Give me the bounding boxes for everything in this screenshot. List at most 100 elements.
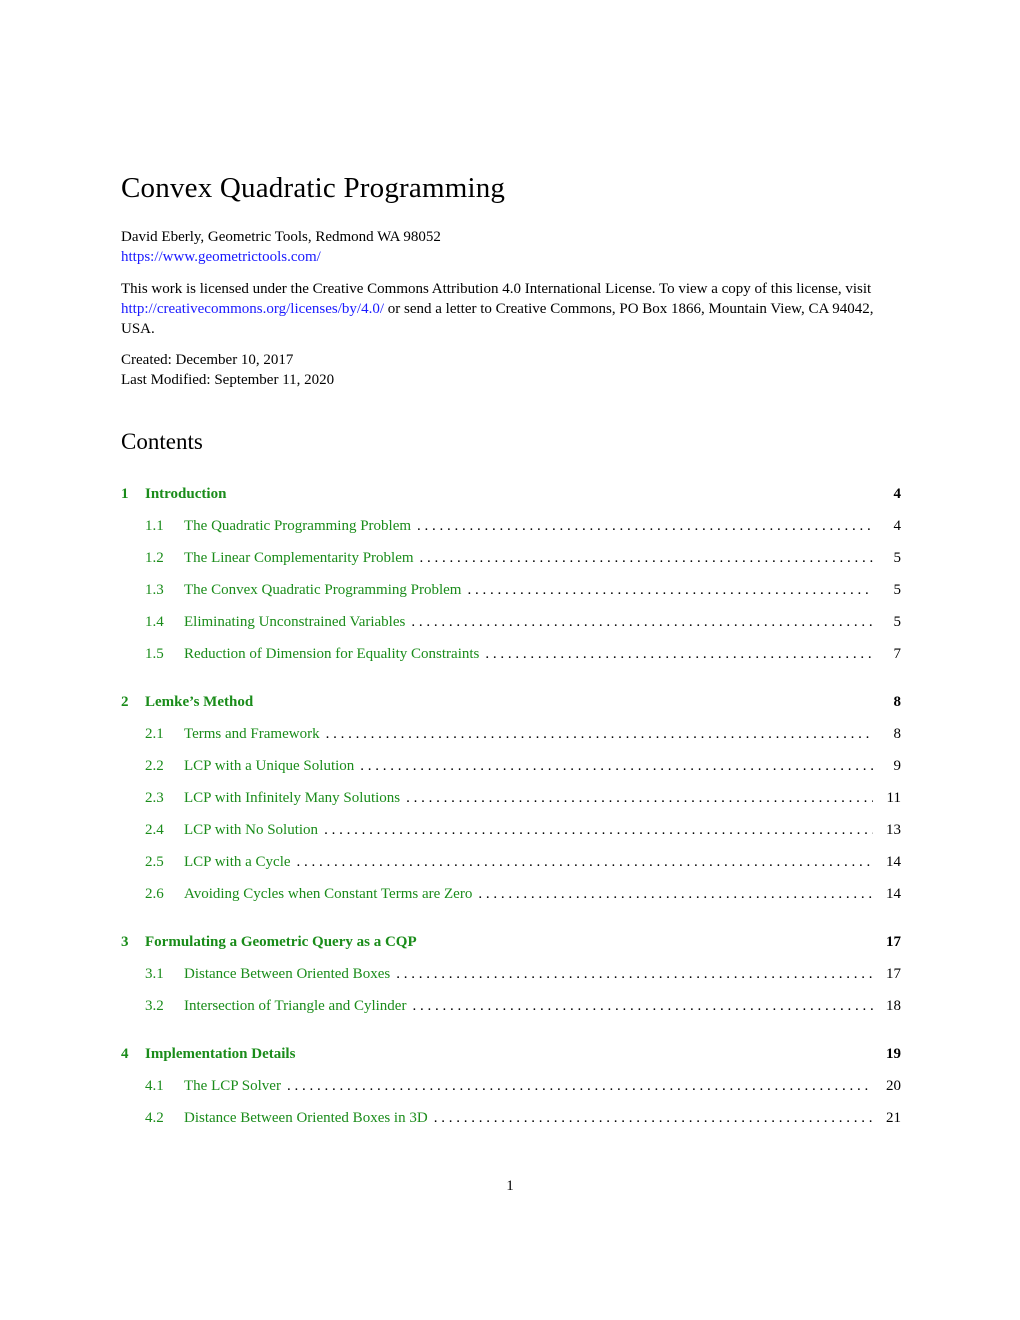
toc-dot-leader [287, 1078, 873, 1095]
toc-dot-leader [417, 518, 873, 535]
toc-entry-page-number[interactable]: 8 [879, 694, 902, 711]
toc-entry-page-number[interactable]: 14 [879, 886, 901, 903]
toc-entry-label[interactable]: LCP with No Solution [184, 822, 318, 839]
toc-subsection-entry[interactable]: 2.1 Terms and Framework 8 [121, 726, 901, 746]
toc-entry-page-number[interactable]: 11 [879, 790, 901, 807]
toc-entry-number: 1 [121, 486, 129, 502]
toc-dot-leader [406, 790, 873, 807]
toc-entry-label[interactable]: LCP with Infinitely Many Solutions [184, 790, 400, 807]
toc-dot-leader [420, 550, 873, 567]
toc-entry-page-number[interactable]: 17 [879, 966, 901, 983]
toc-entry-label[interactable]: Terms and Framework [184, 726, 320, 743]
license-link[interactable]: http://creativecommons.org/licenses/by/4… [121, 301, 384, 317]
toc-entry-label[interactable]: The Linear Complementarity Problem [184, 550, 414, 567]
toc-subsection-entry[interactable]: 3.1 Distance Between Oriented Boxes 17 [121, 966, 901, 986]
toc-entry-number: 2 [121, 694, 129, 710]
toc-entry-number: 1.1 [145, 518, 164, 534]
toc-entry-label[interactable]: Distance Between Oriented Boxes [184, 966, 390, 983]
toc-entry-label[interactable]: The Quadratic Programming Problem [184, 518, 411, 535]
toc-entry-number: 3.1 [145, 966, 164, 982]
toc-dot-leader [412, 998, 873, 1015]
toc-entry-page-number[interactable]: 14 [879, 854, 901, 871]
toc-entry-page-number[interactable]: 4 [879, 518, 902, 535]
author-url-link[interactable]: https://www.geometrictools.com/ [121, 247, 321, 267]
license-text-before: This work is licensed under the Creative… [121, 281, 872, 297]
toc-entry-page-number[interactable]: 5 [879, 550, 902, 567]
toc-entry-number: 1.5 [145, 646, 164, 662]
toc-entry-label[interactable]: Intersection of Triangle and Cylinder [184, 998, 406, 1015]
toc-section-entry[interactable]: 2 Lemke’s Method 8 [121, 694, 901, 714]
toc-entry-label[interactable]: Lemke’s Method [145, 694, 253, 711]
toc-entry-number: 1.4 [145, 614, 164, 630]
toc-dot-leader [360, 758, 873, 775]
license-paragraph: This work is licensed under the Creative… [121, 279, 901, 339]
toc-entry-label[interactable]: Formulating a Geometric Query as a CQP [145, 934, 417, 951]
toc-subsection-entry[interactable]: 2.4 LCP with No Solution 13 [121, 822, 901, 842]
toc-entry-label[interactable]: LCP with a Cycle [184, 854, 291, 871]
toc-subsection-entry[interactable]: 1.2 The Linear Complementarity Problem 5 [121, 550, 901, 570]
toc-entry-label[interactable]: Distance Between Oriented Boxes in 3D [184, 1110, 428, 1127]
toc-entry-number: 1.2 [145, 550, 164, 566]
toc-section-entry[interactable]: 3 Formulating a Geometric Query as a CQP 1… [121, 934, 901, 954]
toc-entry-number: 4.1 [145, 1078, 164, 1094]
toc-entry-number: 2.5 [145, 854, 164, 870]
toc-subsection-entry[interactable]: 3.2 Intersection of Triangle and Cylinder… [121, 998, 901, 1018]
toc-entry-page-number[interactable]: 5 [879, 582, 902, 599]
toc-entry-page-number[interactable]: 8 [879, 726, 902, 743]
toc-entry-label[interactable]: The Convex Quadratic Programming Problem [184, 582, 461, 599]
toc-dot-leader [324, 822, 873, 839]
toc-entry-number: 1.3 [145, 582, 164, 598]
toc-dot-leader [396, 966, 873, 983]
toc-entry-label[interactable]: Eliminating Unconstrained Variables [184, 614, 405, 631]
toc-subsection-entry[interactable]: 2.3 LCP with Infinitely Many Solutions 11 [121, 790, 901, 810]
toc-dot-leader [434, 1110, 873, 1127]
toc-dot-leader [467, 582, 873, 599]
toc-entry-label[interactable]: Reduction of Dimension for Equality Cons… [184, 646, 479, 663]
document-title: Convex Quadratic Programming [121, 172, 506, 204]
toc-dot-leader [485, 646, 873, 663]
toc-entry-page-number[interactable]: 9 [879, 758, 902, 775]
toc-entry-page-number[interactable]: 5 [879, 614, 902, 631]
toc-entry-number: 2.2 [145, 758, 164, 774]
toc-dot-leader [411, 614, 873, 631]
toc-subsection-entry[interactable]: 1.1 The Quadratic Programming Problem 4 [121, 518, 901, 538]
toc-dot-leader [326, 726, 873, 743]
toc-entry-label[interactable]: Implementation Details [145, 1046, 295, 1063]
toc-entry-page-number[interactable]: 19 [879, 1046, 901, 1063]
toc-entry-page-number[interactable]: 18 [879, 998, 901, 1015]
toc-entry-number: 2.4 [145, 822, 164, 838]
created-date: Created: December 10, 2017 [121, 352, 294, 368]
toc-dot-leader [297, 854, 873, 871]
toc-entry-number: 2.3 [145, 790, 164, 806]
toc-subsection-entry[interactable]: 1.4 Eliminating Unconstrained Variables 5 [121, 614, 901, 634]
last-modified-date: Last Modified: September 11, 2020 [121, 372, 335, 388]
toc-subsection-entry[interactable]: 2.6 Avoiding Cycles when Constant Terms a… [121, 886, 901, 906]
toc-entry-page-number[interactable]: 4 [879, 486, 902, 503]
toc-entry-label[interactable]: Introduction [145, 486, 226, 503]
toc-entry-number: 4 [121, 1046, 129, 1062]
toc-subsection-entry[interactable]: 4.2 Distance Between Oriented Boxes in 3D… [121, 1110, 901, 1130]
toc-entry-page-number[interactable]: 21 [879, 1110, 901, 1127]
toc-section-entry[interactable]: 4 Implementation Details 19 [121, 1046, 901, 1066]
toc-entry-page-number[interactable]: 7 [879, 646, 902, 663]
toc-section-entry[interactable]: 1 Introduction 4 [121, 486, 901, 506]
author-line: David Eberly, Geometric Tools, Redmond W… [121, 229, 441, 245]
contents-heading: Contents [121, 429, 203, 454]
page-number: 1 [506, 1178, 514, 1194]
toc-entry-page-number[interactable]: 17 [879, 934, 901, 951]
toc-entry-number: 2.1 [145, 726, 164, 742]
toc-subsection-entry[interactable]: 1.5 Reduction of Dimension for Equality C… [121, 646, 901, 666]
toc-subsection-entry[interactable]: 1.3 The Convex Quadratic Programming Prob… [121, 582, 901, 602]
toc-entry-label[interactable]: Avoiding Cycles when Constant Terms are … [184, 886, 472, 903]
toc-subsection-entry[interactable]: 4.1 The LCP Solver 20 [121, 1078, 901, 1098]
toc-entry-label[interactable]: LCP with a Unique Solution [184, 758, 354, 775]
toc-entry-page-number[interactable]: 13 [879, 822, 901, 839]
toc-subsection-entry[interactable]: 2.2 LCP with a Unique Solution 9 [121, 758, 901, 778]
toc-dot-leader [478, 886, 873, 903]
toc-entry-page-number[interactable]: 20 [879, 1078, 901, 1095]
toc-entry-number: 3.2 [145, 998, 164, 1014]
toc-entry-number: 3 [121, 934, 129, 950]
toc-entry-number: 2.6 [145, 886, 164, 902]
toc-entry-label[interactable]: The LCP Solver [184, 1078, 281, 1095]
toc-subsection-entry[interactable]: 2.5 LCP with a Cycle 14 [121, 854, 901, 874]
